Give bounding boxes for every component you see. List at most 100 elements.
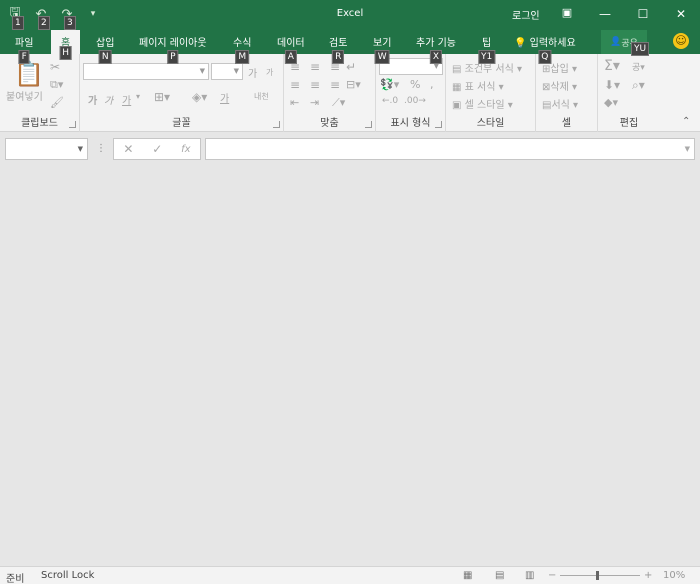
share-button[interactable]: 👤 공유 YU bbox=[601, 30, 650, 56]
window-controls: — ☐ ✕ bbox=[586, 0, 700, 28]
tab-insert[interactable]: 삽입 N bbox=[96, 34, 114, 64]
font-color-button[interactable]: 가 bbox=[220, 90, 229, 105]
zoom-out-button[interactable]: − bbox=[548, 570, 556, 581]
login-link[interactable]: 로그인 bbox=[512, 7, 540, 22]
lightbulb-icon: 💡 bbox=[514, 38, 527, 49]
tab-add-ins-label: 추가 기능 bbox=[416, 38, 456, 49]
close-button[interactable]: ✕ bbox=[662, 0, 700, 28]
delete-cells-button[interactable]: ⊠삭제 ▾ bbox=[542, 78, 577, 93]
copy-icon[interactable]: ⧉▾ bbox=[50, 78, 63, 92]
increase-decimal-icon[interactable]: ←.0 bbox=[382, 96, 398, 106]
underline-button[interactable]: 가 bbox=[122, 92, 131, 107]
percent-style-button[interactable]: % bbox=[410, 78, 420, 91]
formula-bar-resize-handle[interactable]: ⋮ bbox=[96, 143, 106, 154]
tab-file[interactable]: 파일 F bbox=[15, 34, 33, 64]
shrink-font-button[interactable]: 가 bbox=[266, 67, 273, 78]
normal-view-icon[interactable]: ▦ bbox=[463, 570, 472, 581]
insert-function-icon[interactable]: fx bbox=[181, 144, 190, 155]
font-name-combo[interactable]: ▼ bbox=[83, 63, 209, 80]
group-editing: Σ▾ 공▾ ⬇▾ ⌕▾ ◆▾ 편집 bbox=[598, 54, 660, 132]
number-launcher[interactable] bbox=[435, 121, 442, 128]
page-break-preview-icon[interactable]: ▥ bbox=[525, 570, 534, 581]
phonetic-guide-button[interactable]: 내천 bbox=[254, 91, 269, 102]
format-painter-icon[interactable]: 🖌 bbox=[50, 96, 64, 109]
wrap-text-icon[interactable]: ↵ bbox=[346, 60, 356, 74]
align-right-icon[interactable]: ≡ bbox=[330, 78, 340, 92]
autosum-glyph: Σ bbox=[604, 58, 613, 74]
tab-view[interactable]: 보기 W bbox=[373, 34, 391, 64]
person-icon: 👤 bbox=[610, 37, 622, 47]
ready-status: 준비 bbox=[6, 574, 25, 584]
increase-indent-icon[interactable]: ⇥ bbox=[310, 96, 319, 109]
keytip-3: 3 bbox=[64, 16, 76, 30]
tab-page-layout[interactable]: 페이지 레이아웃 P bbox=[139, 34, 207, 64]
alignment-launcher[interactable] bbox=[365, 121, 372, 128]
group-number: ▼ 💱▾ % , ←.0 .00→ 표시 형식 bbox=[376, 54, 446, 132]
bold-button[interactable]: 가 bbox=[88, 92, 97, 107]
tab-data[interactable]: 데이터 A bbox=[277, 34, 305, 64]
borders-icon[interactable]: ⊞▾ bbox=[154, 90, 170, 104]
tab-add-ins[interactable]: 추가 기능 X bbox=[416, 34, 456, 64]
tab-tips-label: 팁 bbox=[482, 38, 492, 49]
fill-color-icon[interactable]: ◈▾ bbox=[192, 90, 207, 104]
tab-page-layout-label: 페이지 레이아웃 bbox=[139, 38, 207, 49]
sort-filter-icon[interactable]: 공▾ bbox=[632, 60, 645, 73]
autosum-icon[interactable]: Σ▾ bbox=[604, 58, 620, 74]
zoom-in-button[interactable]: + bbox=[644, 570, 652, 581]
merge-center-icon[interactable]: ⊟▾ bbox=[346, 78, 361, 91]
tab-home[interactable]: 홈H bbox=[51, 30, 81, 60]
middle-align-icon[interactable]: ≡ bbox=[310, 60, 320, 74]
font-size-combo[interactable]: ▼ bbox=[211, 63, 243, 80]
keytip-w: W bbox=[374, 50, 390, 64]
zoom-level[interactable]: 10% bbox=[663, 570, 685, 581]
ribbon-display-options-icon[interactable]: ▣ bbox=[558, 6, 576, 22]
conditional-formatting-icon: ▤ bbox=[452, 64, 462, 75]
decrease-indent-icon[interactable]: ⇤ bbox=[290, 96, 299, 109]
tab-tips[interactable]: 팁 Y1 bbox=[477, 34, 496, 64]
comma-style-button[interactable]: , bbox=[430, 78, 434, 91]
grow-font-button[interactable]: 가 bbox=[248, 65, 257, 80]
font-launcher[interactable] bbox=[273, 121, 280, 128]
tab-formulas[interactable]: 수식 M bbox=[233, 34, 251, 64]
tell-me-search[interactable]: 💡 입력하세요 Q bbox=[514, 34, 576, 64]
align-left-icon[interactable]: ≡ bbox=[290, 78, 300, 92]
align-center-icon[interactable]: ≡ bbox=[310, 78, 320, 92]
accounting-format-icon[interactable]: 💱▾ bbox=[380, 78, 399, 91]
keytip-m: M bbox=[235, 50, 250, 64]
group-styles: ▤ 조건부 서식 ▾ ▦ 표 서식 ▾ ▣ 셀 스타일 ▾ 스타일 bbox=[446, 54, 536, 132]
collapse-ribbon-icon[interactable]: ⌃ bbox=[682, 116, 690, 127]
format-cells-button[interactable]: ▤서식 ▾ bbox=[542, 96, 578, 111]
clear-icon[interactable]: ◆▾ bbox=[604, 96, 618, 109]
cancel-entry-icon[interactable]: ✕ bbox=[123, 142, 133, 156]
find-select-icon[interactable]: ⌕▾ bbox=[632, 78, 645, 93]
decrease-decimal-icon[interactable]: .00→ bbox=[404, 96, 426, 106]
page-layout-view-icon[interactable]: ▤ bbox=[495, 570, 504, 581]
formula-input[interactable]: ▼ bbox=[205, 138, 695, 160]
italic-button[interactable]: 가 bbox=[104, 92, 113, 107]
expand-formula-bar-icon[interactable]: ▼ bbox=[685, 145, 690, 153]
cut-icon[interactable]: ✂ bbox=[50, 60, 60, 74]
orientation-icon[interactable]: ⟋▾ bbox=[332, 96, 345, 110]
delete-cells-label: 삭제 bbox=[550, 82, 569, 93]
minimize-button[interactable]: — bbox=[586, 0, 624, 28]
feedback-smiley-icon[interactable]: ☺ bbox=[673, 33, 689, 49]
maximize-button[interactable]: ☐ bbox=[624, 0, 662, 28]
tell-me-label: 입력하세요 bbox=[529, 38, 576, 49]
enter-entry-icon[interactable]: ✓ bbox=[152, 142, 162, 156]
keytip-2: 2 bbox=[38, 16, 50, 30]
table-icon: ▦ bbox=[452, 82, 462, 93]
tab-data-label: 데이터 bbox=[277, 38, 305, 49]
tab-review[interactable]: 검토 R bbox=[329, 34, 347, 64]
zoom-slider-thumb[interactable] bbox=[596, 571, 599, 580]
cell-styles-button[interactable]: ▣ 셀 스타일 ▾ bbox=[452, 96, 513, 111]
name-box[interactable]: ▼ bbox=[5, 138, 88, 160]
paste-button[interactable]: 붙여넣기 bbox=[6, 88, 43, 103]
clipboard-group-label: 클립보드 bbox=[21, 118, 58, 129]
clipboard-launcher[interactable] bbox=[69, 121, 76, 128]
group-font: ▼ ▼ 가 가 가 가 가 ▾ ⊞▾ ◈▾ 가 내천 글꼴 bbox=[80, 54, 284, 132]
zoom-slider[interactable] bbox=[560, 575, 640, 576]
formula-buttons: ✕ ✓ fx bbox=[113, 138, 201, 160]
fill-icon[interactable]: ⬇▾ bbox=[604, 78, 620, 92]
underline-dropdown-icon[interactable]: ▾ bbox=[136, 92, 140, 101]
format-as-table-button[interactable]: ▦ 표 서식 ▾ bbox=[452, 78, 504, 93]
